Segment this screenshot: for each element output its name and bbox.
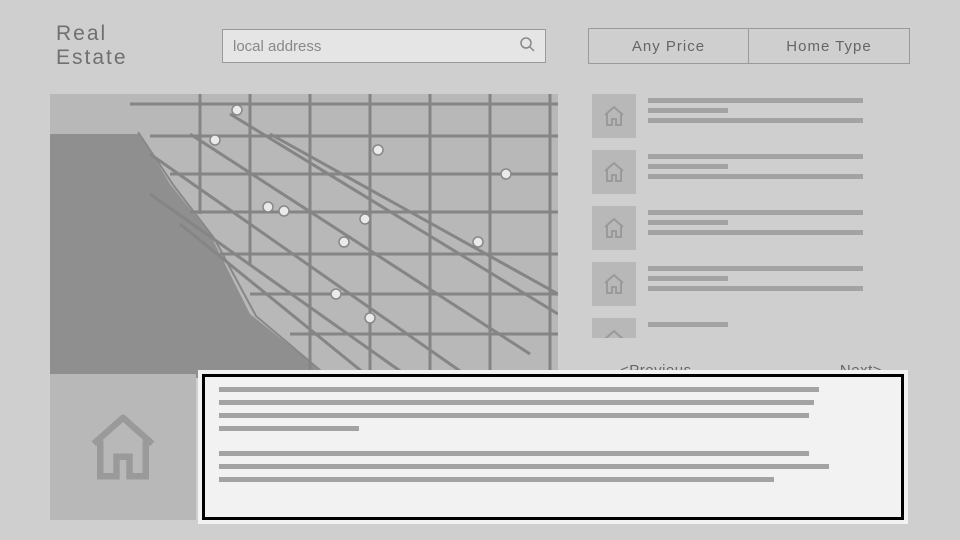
map-marker[interactable] [501,169,511,179]
map-marker[interactable] [365,313,375,323]
listing-text-line [648,154,863,159]
brand-title: Real Estate [56,22,180,70]
map-marker[interactable] [210,135,220,145]
type-filter-button[interactable]: Home Type [749,29,909,63]
listing-text [648,262,910,291]
listing-text-line [648,174,863,179]
search-container [222,29,546,63]
listing-item[interactable] [592,318,910,338]
map-marker[interactable] [232,105,242,115]
detail-text-line [219,477,774,482]
listing-text-line [648,220,728,225]
detail-text-line [219,400,814,405]
map-marker[interactable] [360,214,370,224]
detail-content[interactable] [202,374,904,520]
map-marker[interactable] [263,202,273,212]
filter-bar: Any Price Home Type [588,28,910,64]
price-filter-button[interactable]: Any Price [589,29,749,63]
listing-text-line [648,322,728,327]
detail-text-line [219,464,829,469]
listing-item[interactable] [592,262,910,306]
search-icon[interactable] [519,36,535,56]
listing-text-line [648,108,728,113]
listing-thumbnail [592,150,636,194]
detail-text-line [219,451,809,456]
listing-item[interactable] [592,150,910,194]
listing-text-line [648,230,863,235]
listing-text-line [648,210,863,215]
listing-thumbnail [592,206,636,250]
detail-thumbnail [50,374,196,520]
detail-text-line [219,387,819,392]
listing-text-line [648,276,728,281]
map-view[interactable] [50,94,558,378]
listing-text-line [648,118,863,123]
listing-text [648,94,910,123]
listing-text-line [648,164,728,169]
home-icon [602,272,626,296]
home-icon [602,328,626,338]
listing-text [648,150,910,179]
listing-text-line [648,98,863,103]
detail-content-wrapper [198,370,908,524]
detail-panel [50,374,196,520]
home-icon [602,160,626,184]
listings-panel: <Previous Next> [592,94,910,379]
listing-text-line [648,266,863,271]
map-marker[interactable] [279,206,289,216]
listing-thumbnail [592,94,636,138]
search-input[interactable] [233,38,519,55]
home-icon [602,216,626,240]
listing-thumbnail [592,262,636,306]
listing-text-line [648,286,863,291]
home-icon [602,104,626,128]
listing-thumbnail [592,318,636,338]
listing-item[interactable] [592,94,910,138]
listing-text [648,206,910,235]
listing-text [648,318,910,327]
map-marker[interactable] [339,237,349,247]
map-marker[interactable] [473,237,483,247]
map-marker[interactable] [331,289,341,299]
detail-text-line [219,413,809,418]
map-marker[interactable] [373,145,383,155]
listing-item[interactable] [592,206,910,250]
detail-text-line [219,426,359,431]
